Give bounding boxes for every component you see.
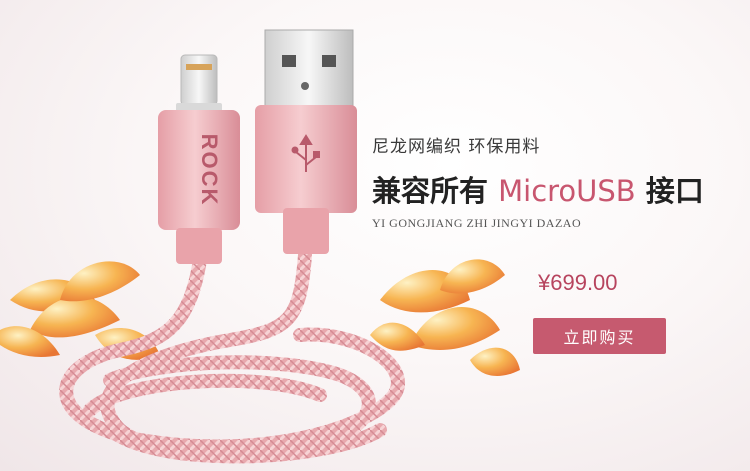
brand-mark: ROCK (197, 134, 222, 207)
product-artwork: ROCK (0, 29, 520, 464)
lightning-connector: ROCK (158, 54, 240, 264)
usb-connector (255, 29, 357, 254)
product-tagline: YI GONGJIANG ZHI JINGYI DAZAO (372, 216, 582, 230)
headline-suffix: 接口 (645, 174, 704, 208)
product-price: ¥699.00 (538, 270, 618, 295)
headline-prefix: 兼容所有 (372, 174, 489, 208)
product-headline: 兼容所有 MicroUSB 接口 (372, 168, 704, 210)
headline-accent: MicroUSB (498, 174, 636, 208)
product-subtitle: 尼龙网编织 环保用料 (372, 137, 541, 157)
product-banner: ROCK 尼龙网编织 环保用料 兼容所有 MicroUSB 接口 YI GONG… (0, 0, 750, 471)
buy-now-button[interactable]: 立即购买 (533, 318, 666, 354)
